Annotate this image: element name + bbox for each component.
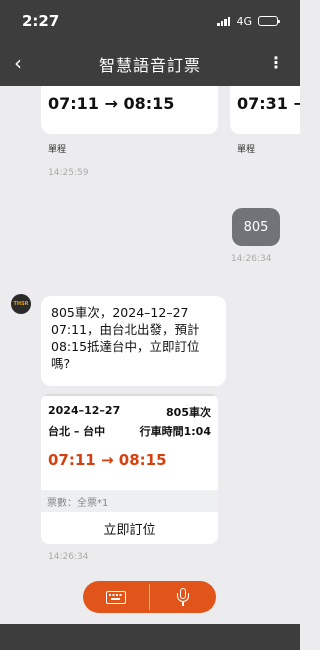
keyboard-icon [106,590,126,604]
page-title: 智慧語音訂票 [98,56,201,75]
card-divider [41,394,218,396]
status-bar: 2:27 4G [0,0,300,42]
ticket-train-number: 805車次 [166,406,211,419]
previous-train-times: 07:11 → 08:15 [48,94,175,113]
bot-avatar: THSR [11,294,31,314]
previous-train-card[interactable]: 07:11 → 08:15 [41,86,218,134]
ticket-date: 2024–12–27 [48,404,121,417]
back-icon[interactable]: ‹ [14,52,22,74]
previous-train-times: 07:31 → [237,94,300,113]
microphone-button[interactable] [150,581,216,613]
ticket-route-row: 台北 – 台中 行車時間1:04 [48,423,211,439]
ticket-header-row: 2024–12–27 805車次 [48,404,211,420]
message-timestamp: 14:25:59 [48,168,89,178]
bot-message-text: 805車次，2024–12–27 07:11，由台北出發，預計08:15抵達台中… [51,305,200,371]
ticket-times: 07:11 → 08:15 [48,451,167,469]
user-message-text: 805 [243,219,269,235]
ticket-card: 2024–12–27 805車次 台北 – 台中 行車時間1:04 07:11 … [41,394,218,544]
keyboard-button[interactable] [83,581,149,613]
home-indicator-bar [0,624,300,650]
microphone-icon [176,588,190,606]
message-timestamp: 14:26:34 [231,254,272,264]
bot-message-bubble: 805車次，2024–12–27 07:11，由台北出發，預計08:15抵達台中… [41,296,226,386]
status-indicators: 4G [217,14,280,28]
message-timestamp: 14:26:34 [48,552,89,562]
book-now-button[interactable]: 立即訂位 [41,512,218,544]
ticket-route: 台北 – 台中 [48,425,106,438]
chat-area[interactable]: 07:11 → 08:15 07:31 → 單程 單程 14:25:59 805… [0,86,300,576]
nav-bar: ‹ 智慧語音訂票 ⋮ [0,42,300,86]
previous-train-card[interactable]: 07:31 → [230,86,300,134]
trip-type-label: 單程 [237,145,256,155]
status-time: 2:27 [22,12,60,30]
input-mode-switcher [83,581,216,613]
bot-avatar-logo: THSR [13,301,29,307]
trip-type-label: 單程 [48,145,67,155]
more-options-icon[interactable]: ⋮ [268,54,284,72]
network-label: 4G [236,14,252,28]
ticket-duration: 行車時間1:04 [139,425,211,438]
battery-icon [258,16,280,26]
user-message-bubble: 805 [232,208,280,246]
ticket-count: 票數：全票*1 [41,490,218,512]
signal-icon [217,16,231,26]
